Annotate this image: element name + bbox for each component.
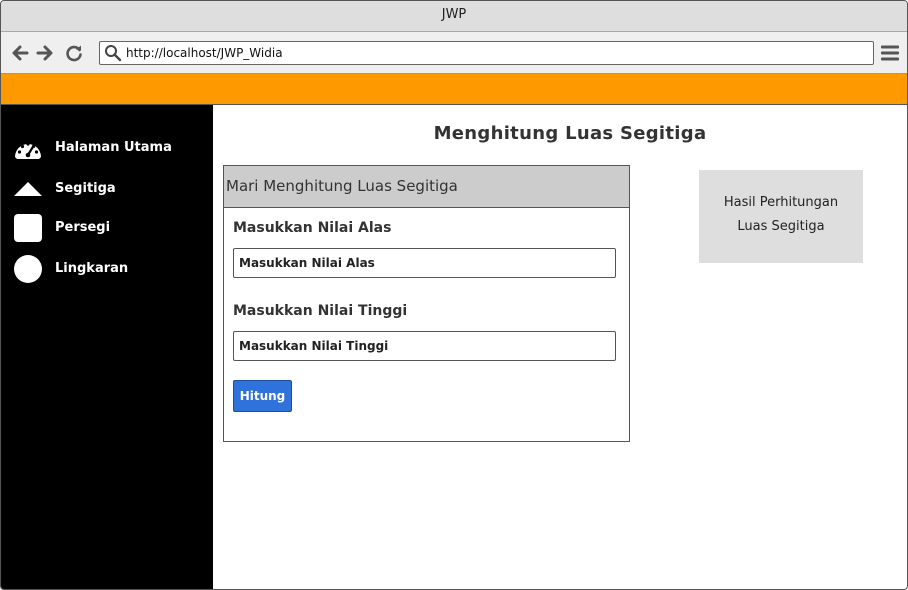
back-arrow-icon[interactable] (10, 43, 30, 63)
sidebar-item-label: Segitiga (55, 181, 116, 196)
browser-toolbar: http://localhost/JWP_Widia (1, 32, 907, 74)
form-panel-header: Mari Menghitung Luas Segitiga (224, 166, 629, 208)
dashboard-icon (13, 134, 43, 162)
result-subtitle: Luas Segitiga (737, 219, 825, 234)
calculation-form-panel: Mari Menghitung Luas Segitiga Masukkan N… (223, 165, 630, 442)
result-title: Hasil Perhitungan (723, 195, 839, 210)
window-title-bar: JWP (1, 1, 907, 32)
result-box: Hasil Perhitungan Luas Segitiga (699, 170, 863, 263)
main-content: Menghitung Luas Segitiga Mari Menghitung… (214, 105, 907, 589)
header-accent-bar (1, 74, 907, 105)
alas-input[interactable] (233, 248, 616, 278)
address-bar[interactable]: http://localhost/JWP_Widia (99, 41, 874, 65)
reload-icon[interactable] (64, 43, 84, 63)
sidebar-item-label: Persegi (55, 220, 111, 235)
tinggi-label: Masukkan Nilai Tinggi (233, 303, 408, 319)
triangle-icon (13, 175, 43, 203)
forward-arrow-icon[interactable] (35, 43, 55, 63)
window-title: JWP (441, 7, 467, 22)
browser-window: JWP http://localhost/JWP_Widia Halaman U… (0, 0, 908, 590)
url-text[interactable]: http://localhost/JWP_Widia (126, 42, 283, 64)
circle-icon (13, 255, 43, 283)
page-title: Menghitung Luas Segitiga (433, 123, 707, 144)
sidebar: Halaman Utama Segitiga Persegi Lingkaran (1, 105, 213, 589)
search-icon (104, 44, 122, 62)
hitung-button[interactable]: Hitung (233, 380, 292, 412)
hamburger-menu-icon[interactable] (880, 43, 900, 63)
tinggi-input[interactable] (233, 331, 616, 361)
sidebar-item-label: Halaman Utama (55, 140, 172, 155)
alas-label: Masukkan Nilai Alas (233, 220, 392, 236)
square-icon (13, 214, 43, 242)
sidebar-item-label: Lingkaran (55, 261, 129, 276)
